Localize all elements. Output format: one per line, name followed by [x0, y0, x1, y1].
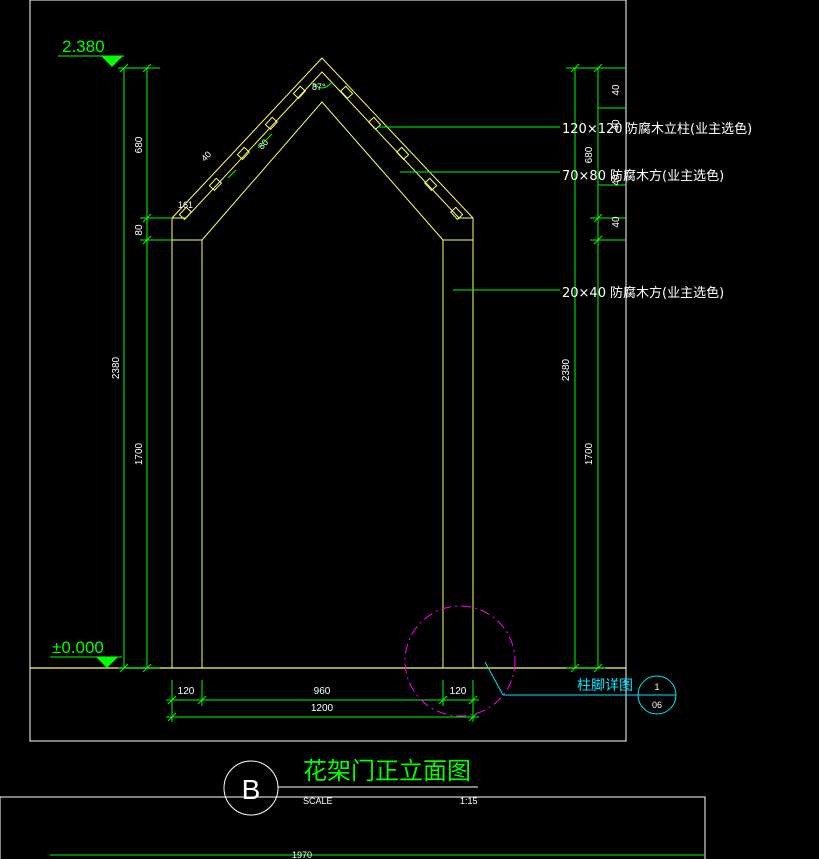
top-elevation-marker: 2.380: [58, 37, 124, 67]
svg-text:120×120: 120×120: [562, 122, 623, 137]
detail-number: 1: [654, 682, 659, 692]
dim-left-total: 2380: [111, 356, 122, 379]
dim-right-d: 40: [611, 216, 622, 228]
dim-bottom-right: 120: [450, 686, 467, 697]
dim-left-seg1: 680: [134, 136, 145, 153]
left-dimension-lines: [118, 63, 172, 673]
svg-text:80: 80: [256, 137, 270, 151]
roof-slats: [178, 85, 464, 221]
svg-text:防腐木立柱(业主选色): 防腐木立柱(业主选色): [625, 121, 752, 137]
apex-angle-label: 87°: [312, 82, 326, 92]
scale-label: SCALE: [303, 796, 333, 806]
svg-text:防腐木方(业主选色): 防腐木方(业主选色): [610, 168, 724, 184]
scale-value: 1:15: [460, 796, 478, 806]
dim-left-seg2: 80: [134, 224, 145, 236]
right-dimension-lines: [566, 63, 626, 673]
dim-right-total: 2380: [561, 358, 572, 381]
elevation-drawing: 87° 40 80 161 2.380 ±0.000 680 80 1700 2…: [0, 0, 752, 859]
title-letter: B: [242, 774, 261, 805]
ground-elevation-marker: ±0.000: [50, 638, 122, 668]
svg-text:2.380: 2.380: [62, 37, 105, 56]
callout-2: 70×80 防腐木方(业主选色): [562, 168, 724, 184]
lower-dim-value: 1970: [292, 850, 312, 859]
callout-1: 120×120 防腐木立柱(业主选色): [562, 121, 752, 137]
right-post: [442, 217, 474, 668]
roof-dimensions: 40 80 161: [178, 133, 273, 210]
left-post: [171, 217, 203, 668]
svg-text:±0.000: ±0.000: [52, 638, 104, 657]
dim-left-seg3: 1700: [134, 442, 145, 465]
drawing-title: 花架门正立面图: [303, 757, 471, 785]
dim-bottom-total: 1200: [311, 703, 334, 714]
svg-text:20×40: 20×40: [562, 286, 606, 301]
svg-text:70×80: 70×80: [562, 169, 606, 184]
svg-text:161: 161: [178, 200, 193, 210]
dim-right-seg1: 680: [584, 146, 595, 163]
lower-sheet-frame: [0, 796, 706, 859]
svg-text:40: 40: [199, 149, 213, 163]
dim-right-a: 40: [611, 84, 622, 96]
dim-bottom-left: 120: [178, 686, 195, 697]
detail-label: 柱脚详图: [577, 678, 633, 694]
svg-text:防腐木方(业主选色): 防腐木方(业主选色): [610, 285, 724, 301]
dim-bottom-mid: 960: [314, 686, 331, 697]
detail-sheet: 06: [652, 700, 662, 710]
callout-3: 20×40 防腐木方(业主选色): [562, 285, 724, 301]
dim-right-seg2: 1700: [584, 442, 595, 465]
